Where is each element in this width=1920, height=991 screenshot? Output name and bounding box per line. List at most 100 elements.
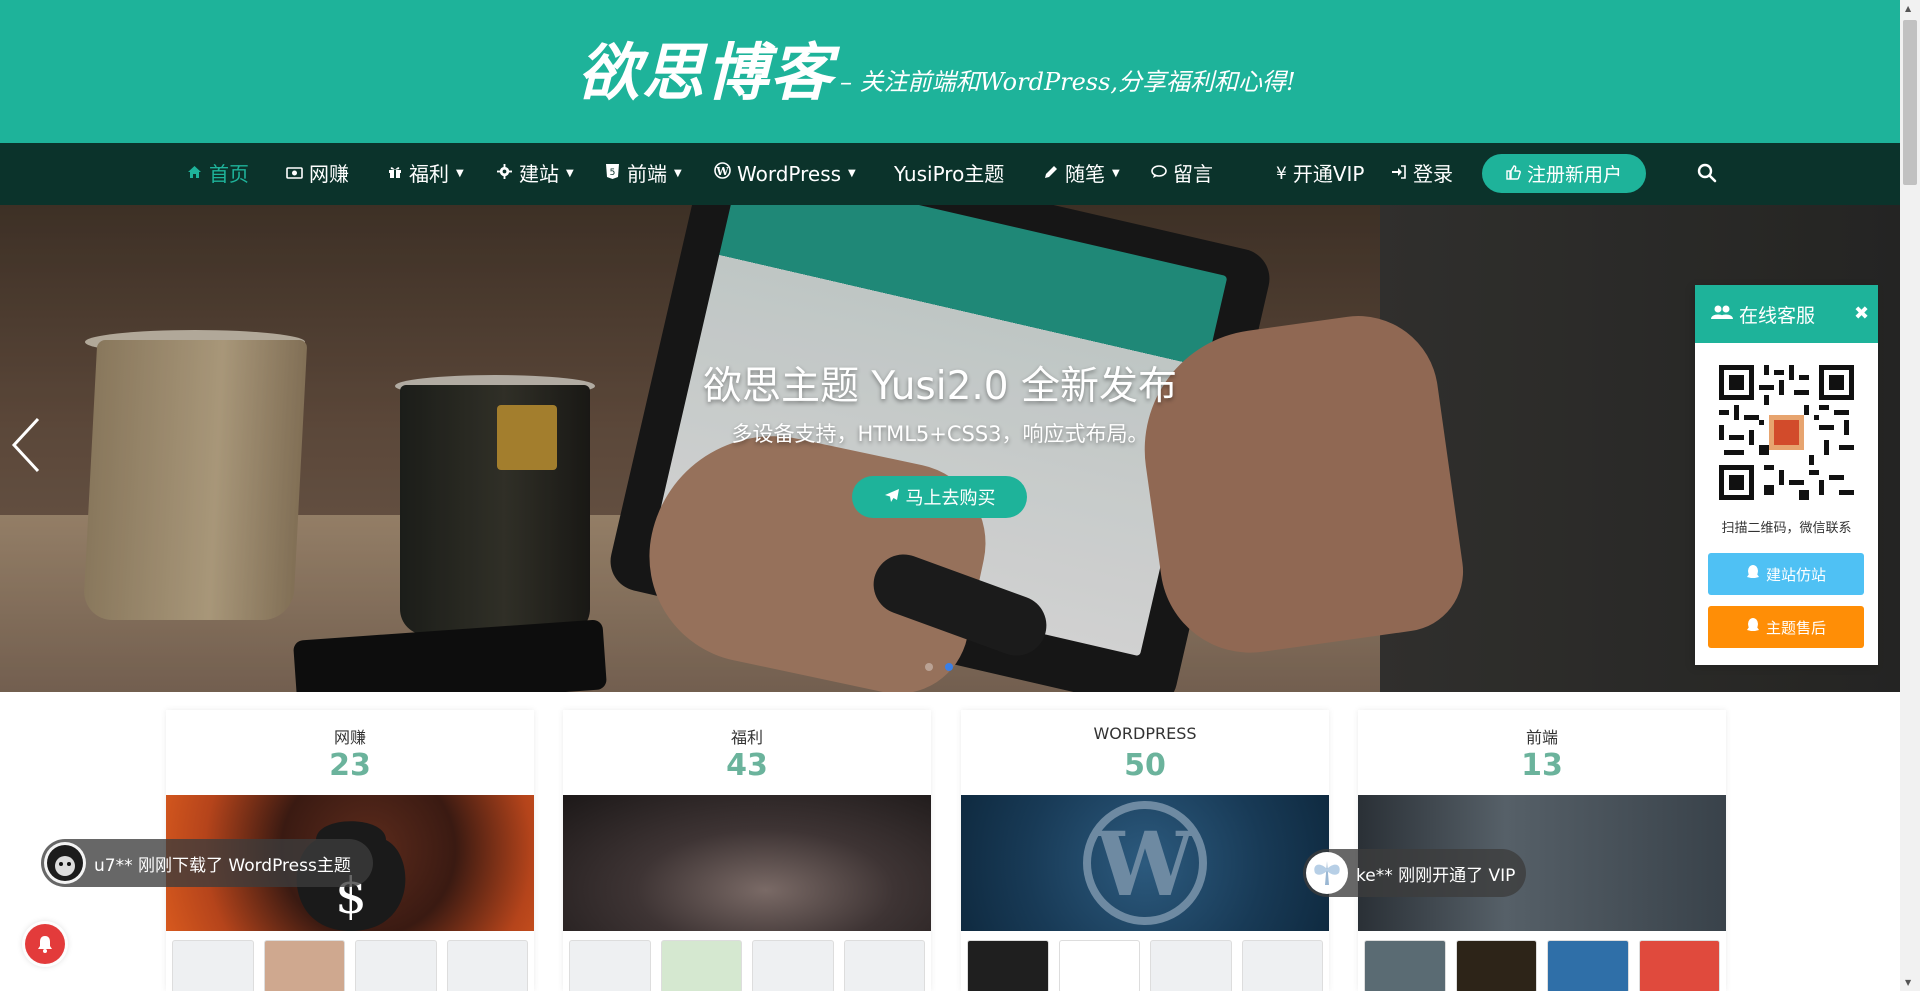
slider-dot-active[interactable] [945,663,953,671]
svg-text:W: W [715,165,729,178]
close-icon[interactable]: ✖ [1854,303,1869,324]
nav-label-login: 登录 [1413,162,1453,186]
nav-label-vip: 开通VIP [1292,162,1365,186]
category-thumbnails [172,940,528,991]
wordpress-icon: W [714,143,731,205]
buy-now-button[interactable]: 马上去购买 [852,476,1027,518]
site-logo[interactable]: 欲思博客 – 关注前端和WordPress,分享福利和心得! [578,38,1296,108]
buy-now-label: 马上去购买 [905,488,996,509]
hero-subtitle: 多设备支持，HTML5+CSS3，响应式布局。 [731,422,1149,446]
category-image[interactable]: W [961,795,1329,931]
nav-label-wordpress: WordPress [737,162,842,186]
site-tagline: – 关注前端和WordPress,分享福利和心得! [840,68,1296,96]
register-button[interactable]: 注册新用户 [1482,154,1646,193]
category-count: 50 [1124,748,1166,783]
thumbs-up-icon [1506,163,1521,185]
scroll-up-arrow[interactable]: ▲ [1905,4,1911,13]
nav-item-home[interactable]: 首页 [186,143,249,205]
qq-icon [1746,564,1760,584]
users-icon [1711,303,1733,325]
thumbnail[interactable] [1150,940,1232,991]
category-name: WORDPRESS [1093,724,1197,743]
category-thumbnails [967,940,1323,991]
thumbnail[interactable] [843,940,925,991]
thumbnail[interactable] [172,940,254,991]
avatar [1306,852,1348,894]
nav-label-jianzhan: 建站 [519,162,559,186]
category-image[interactable] [563,795,931,931]
site-header: 欲思博客 – 关注前端和WordPress,分享福利和心得! [0,0,1900,143]
category-count: 13 [1521,748,1563,783]
chevron-down-icon: ▼ [674,168,682,179]
home-icon [186,143,203,205]
notification-bell-icon[interactable] [25,924,65,964]
thumbnail[interactable] [1547,940,1629,991]
thumbnail[interactable] [1455,940,1537,991]
nav-item-qianduan[interactable]: 5 前端 ▼ [604,143,682,205]
nav-item-suibi[interactable]: 随笔 ▼ [1042,143,1120,205]
slider-dot[interactable] [925,663,933,671]
scroll-down-arrow[interactable]: ▼ [1905,978,1911,987]
qq-build-site-label: 建站仿站 [1765,565,1826,584]
thumbnail[interactable] [1638,940,1720,991]
category-count: 23 [329,748,371,783]
hero-overlay [0,205,1900,692]
category-card-fuli[interactable]: 福利 43 [563,710,931,991]
download-toast[interactable]: u7** 刚刚下载了 WordPress主题 [41,839,373,887]
thumbnail[interactable] [263,940,345,991]
nav-item-liuyan[interactable]: 留言 [1150,143,1213,205]
nav-label-fuli: 福利 [409,162,449,186]
category-name: 福利 [730,728,763,747]
nav-item-fuli[interactable]: 福利 ▼ [386,143,464,205]
category-name: 前端 [1525,728,1558,747]
money-icon [286,143,303,205]
qq-after-sales-label: 主题售后 [1765,618,1826,637]
category-thumbnails [569,940,925,991]
chevron-down-icon: ▼ [456,168,464,179]
nav-item-wordpress[interactable]: W WordPress ▼ [714,143,856,205]
service-tip: 扫描二维码，微信联系 [1721,521,1852,536]
avatar [44,842,86,884]
nav-item-wangzhuan[interactable]: 网赚 [286,143,349,205]
thumbnail[interactable] [752,940,834,991]
toast-text: u7** 刚刚下载了 WordPress主题 [94,855,351,876]
scrollbar-thumb[interactable] [1903,20,1917,185]
thumbnail[interactable] [1364,940,1446,991]
nav-label-qianduan: 前端 [627,162,667,186]
chevron-down-icon: ▼ [1112,168,1120,179]
qq-build-site-button[interactable]: 建站仿站 [1708,553,1864,595]
slider-prev-arrow[interactable] [8,415,48,475]
gear-icon [496,143,513,205]
category-card-wordpress[interactable]: WORDPRESS 50 W [961,710,1329,991]
yen-icon: ¥ [1276,164,1287,184]
thumbnail[interactable] [1058,940,1140,991]
category-count: 43 [726,748,768,783]
nav-label-yusipro: YusiPro主题 [894,162,1005,186]
logo-text: 欲思博客 [578,36,835,109]
nav-item-login[interactable]: 登录 [1390,143,1453,205]
sign-in-icon [1390,143,1407,205]
category-thumbnails [1364,940,1720,991]
nav-item-yusipro[interactable]: YusiPro主题 [894,143,1004,205]
nav-label-wangzhuan: 网赚 [309,162,349,186]
nav-item-jianzhan[interactable]: 建站 ▼ [496,143,574,205]
wechat-qr-code [1719,365,1854,500]
toast-text: ke** 刚刚开通了 VIP [1356,865,1516,886]
comment-icon [1150,143,1167,205]
thumbnail[interactable] [569,940,651,991]
thumbnail[interactable] [1241,940,1323,991]
thumbnail[interactable] [660,940,742,991]
thumbnail[interactable] [967,940,1049,991]
nav-item-vip[interactable]: ¥ 开通VIP [1276,143,1364,205]
search-icon[interactable] [1697,163,1719,185]
thumbnail[interactable] [355,940,437,991]
thumbnail[interactable] [446,940,528,991]
service-header: 在线客服 [1695,285,1878,343]
svg-text:W: W [1095,812,1196,916]
chevron-down-icon: ▼ [566,168,574,179]
qq-after-sales-button[interactable]: 主题售后 [1708,606,1864,648]
vip-toast[interactable]: ke** 刚刚开通了 VIP [1303,849,1526,897]
hero-title: 欲思主题 Yusi2.0 全新发布 [702,364,1178,409]
nav-label-suibi: 随笔 [1065,162,1105,186]
html5-icon: 5 [604,143,621,205]
